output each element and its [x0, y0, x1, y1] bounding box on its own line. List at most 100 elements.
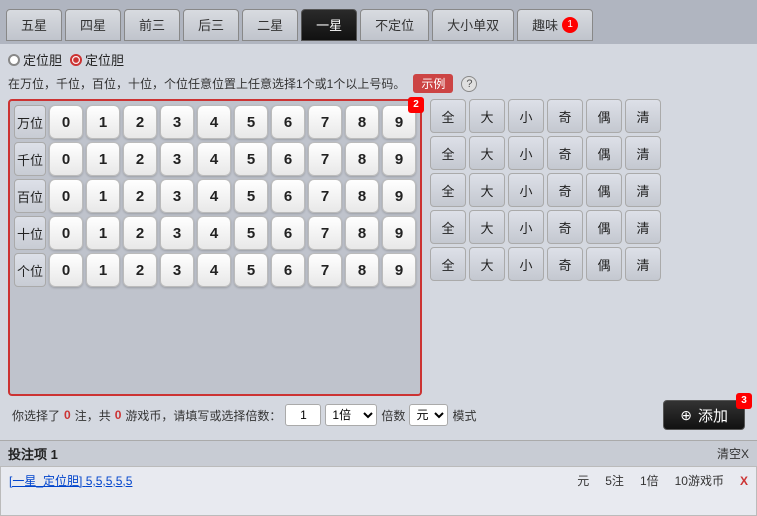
num-btn-b1[interactable]: 1 — [86, 179, 120, 213]
quick-wanwei-even[interactable]: 偶 — [586, 99, 622, 133]
num-btn-s0[interactable]: 0 — [49, 216, 83, 250]
num-btn-q7[interactable]: 7 — [308, 142, 342, 176]
num-btn-w3[interactable]: 3 — [160, 105, 194, 139]
quick-wanwei-big[interactable]: 大 — [469, 99, 505, 133]
tab-undefined[interactable]: 不定位 — [360, 9, 429, 41]
tab-five-star[interactable]: 五星 — [6, 9, 62, 41]
quick-shiwei-small[interactable]: 小 — [508, 210, 544, 244]
num-btn-b8[interactable]: 8 — [345, 179, 379, 213]
quick-wanwei-all[interactable]: 全 — [430, 99, 466, 133]
num-btn-g5[interactable]: 5 — [234, 253, 268, 287]
tab-four-star[interactable]: 四星 — [65, 9, 121, 41]
tab-big-small[interactable]: 大小单双 — [432, 9, 514, 41]
clear-button[interactable]: 清空X — [717, 445, 749, 462]
num-btn-b4[interactable]: 4 — [197, 179, 231, 213]
quick-wanwei-clear[interactable]: 清 — [625, 99, 661, 133]
radio-option-1[interactable]: 定位胆 — [8, 50, 62, 69]
mode-select[interactable]: 元 角 分 — [409, 404, 448, 426]
quick-qianwei-big[interactable]: 大 — [469, 136, 505, 170]
tab-one-star[interactable]: 一星 — [301, 9, 357, 41]
quick-shiwei-big[interactable]: 大 — [469, 210, 505, 244]
tab-front-three[interactable]: 前三 — [124, 9, 180, 41]
quick-shiwei-odd[interactable]: 奇 — [547, 210, 583, 244]
tab-back-three[interactable]: 后三 — [183, 9, 239, 41]
num-btn-w1[interactable]: 1 — [86, 105, 120, 139]
quick-baiwei-clear[interactable]: 清 — [625, 173, 661, 207]
quick-qianwei-small[interactable]: 小 — [508, 136, 544, 170]
num-btn-w2[interactable]: 2 — [123, 105, 157, 139]
quick-wanwei-odd[interactable]: 奇 — [547, 99, 583, 133]
quick-baiwei-big[interactable]: 大 — [469, 173, 505, 207]
num-btn-q6[interactable]: 6 — [271, 142, 305, 176]
quick-qianwei-even[interactable]: 偶 — [586, 136, 622, 170]
multiplier-input[interactable] — [285, 404, 321, 426]
num-btn-q4[interactable]: 4 — [197, 142, 231, 176]
num-btn-g8[interactable]: 8 — [345, 253, 379, 287]
multiplier-select[interactable]: 1倍 2倍 3倍 5倍 10倍 — [325, 404, 377, 426]
num-btn-b0[interactable]: 0 — [49, 179, 83, 213]
quick-gewei-clear[interactable]: 清 — [625, 247, 661, 281]
row-label-wanwei[interactable]: 万位 — [14, 105, 46, 139]
num-btn-w4[interactable]: 4 — [197, 105, 231, 139]
quick-qianwei-odd[interactable]: 奇 — [547, 136, 583, 170]
num-btn-s9[interactable]: 9 — [382, 216, 416, 250]
num-btn-s6[interactable]: 6 — [271, 216, 305, 250]
quick-shiwei-clear[interactable]: 清 — [625, 210, 661, 244]
num-btn-b3[interactable]: 3 — [160, 179, 194, 213]
quick-gewei-all[interactable]: 全 — [430, 247, 466, 281]
quick-shiwei-even[interactable]: 偶 — [586, 210, 622, 244]
quick-baiwei-small[interactable]: 小 — [508, 173, 544, 207]
num-btn-s5[interactable]: 5 — [234, 216, 268, 250]
num-btn-b9[interactable]: 9 — [382, 179, 416, 213]
quick-qianwei-clear[interactable]: 清 — [625, 136, 661, 170]
quick-gewei-big[interactable]: 大 — [469, 247, 505, 281]
num-btn-b5[interactable]: 5 — [234, 179, 268, 213]
num-btn-q9[interactable]: 9 — [382, 142, 416, 176]
num-btn-s4[interactable]: 4 — [197, 216, 231, 250]
quick-wanwei-small[interactable]: 小 — [508, 99, 544, 133]
row-label-shiwei[interactable]: 十位 — [14, 216, 46, 250]
quick-gewei-odd[interactable]: 奇 — [547, 247, 583, 281]
num-btn-q1[interactable]: 1 — [86, 142, 120, 176]
help-icon[interactable]: ? — [461, 76, 477, 92]
num-btn-q2[interactable]: 2 — [123, 142, 157, 176]
bet-type-label[interactable]: [一星_定位胆] 5,5,5,5,5 — [9, 472, 132, 489]
quick-baiwei-all[interactable]: 全 — [430, 173, 466, 207]
num-btn-s8[interactable]: 8 — [345, 216, 379, 250]
bet-remove-button[interactable]: X — [740, 474, 748, 488]
num-btn-w6[interactable]: 6 — [271, 105, 305, 139]
num-btn-b6[interactable]: 6 — [271, 179, 305, 213]
num-btn-s3[interactable]: 3 — [160, 216, 194, 250]
tab-two-star[interactable]: 二星 — [242, 9, 298, 41]
num-btn-w5[interactable]: 5 — [234, 105, 268, 139]
num-btn-g0[interactable]: 0 — [49, 253, 83, 287]
num-btn-b2[interactable]: 2 — [123, 179, 157, 213]
row-label-qianwei[interactable]: 千位 — [14, 142, 46, 176]
example-button[interactable]: 示例 — [413, 74, 453, 93]
num-btn-q8[interactable]: 8 — [345, 142, 379, 176]
num-btn-q3[interactable]: 3 — [160, 142, 194, 176]
quick-gewei-even[interactable]: 偶 — [586, 247, 622, 281]
num-btn-s1[interactable]: 1 — [86, 216, 120, 250]
quick-baiwei-odd[interactable]: 奇 — [547, 173, 583, 207]
num-btn-w0[interactable]: 0 — [49, 105, 83, 139]
num-btn-q0[interactable]: 0 — [49, 142, 83, 176]
tab-fun[interactable]: 趣味 1 — [517, 9, 593, 41]
num-btn-b7[interactable]: 7 — [308, 179, 342, 213]
num-btn-g4[interactable]: 4 — [197, 253, 231, 287]
row-label-baiwei[interactable]: 百位 — [14, 179, 46, 213]
num-btn-g3[interactable]: 3 — [160, 253, 194, 287]
quick-shiwei-all[interactable]: 全 — [430, 210, 466, 244]
num-btn-s2[interactable]: 2 — [123, 216, 157, 250]
row-label-gewei[interactable]: 个位 — [14, 253, 46, 287]
num-btn-g6[interactable]: 6 — [271, 253, 305, 287]
quick-baiwei-even[interactable]: 偶 — [586, 173, 622, 207]
num-btn-w8[interactable]: 8 — [345, 105, 379, 139]
num-btn-g7[interactable]: 7 — [308, 253, 342, 287]
num-btn-g9[interactable]: 9 — [382, 253, 416, 287]
radio-option-2[interactable]: 定位胆 — [70, 50, 124, 69]
num-btn-q5[interactable]: 5 — [234, 142, 268, 176]
quick-qianwei-all[interactable]: 全 — [430, 136, 466, 170]
num-btn-w7[interactable]: 7 — [308, 105, 342, 139]
num-btn-s7[interactable]: 7 — [308, 216, 342, 250]
